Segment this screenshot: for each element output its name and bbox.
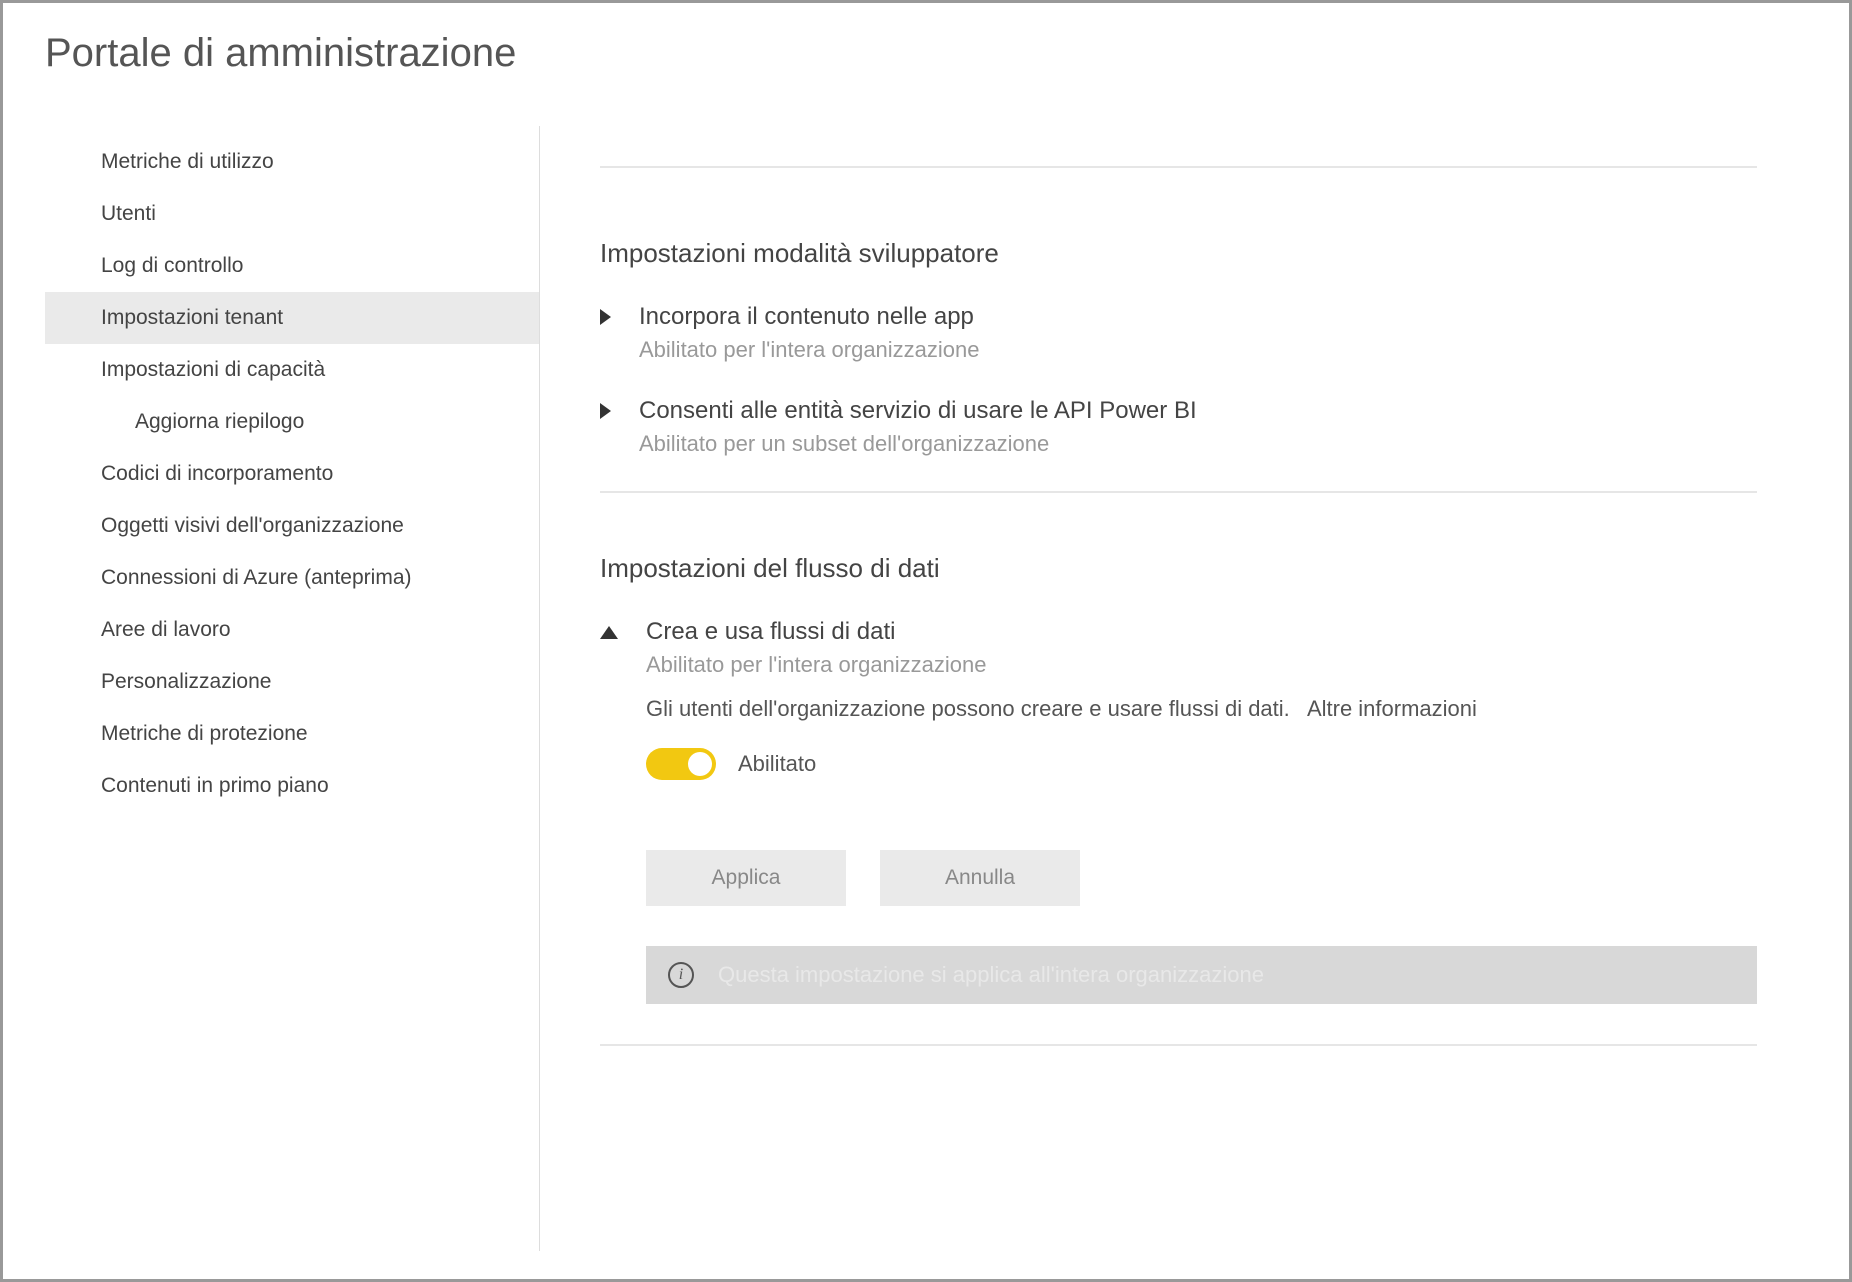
dataflow-settings-heading: Impostazioni del flusso di dati (600, 553, 1757, 584)
setting-service-principals[interactable]: Consenti alle entità servizio di usare l… (600, 397, 1757, 457)
setting-embed-content[interactable]: Incorpora il contenuto nelle app Abilita… (600, 303, 1757, 363)
apply-button[interactable]: Applica (646, 850, 846, 906)
info-banner-text: Questa impostazione si applica all'inter… (718, 962, 1264, 988)
caret-right-icon (600, 309, 611, 325)
sidebar-item[interactable]: Impostazioni di capacità (45, 344, 539, 396)
setting-title: Crea e usa flussi di dati (646, 618, 1757, 646)
sidebar-item[interactable]: Metriche di utilizzo (45, 136, 539, 188)
info-banner: i Questa impostazione si applica all'int… (646, 946, 1757, 1004)
caret-right-icon (600, 403, 611, 419)
toggle-label: Abilitato (738, 751, 816, 777)
sidebar: Metriche di utilizzoUtentiLog di control… (45, 126, 540, 1251)
sidebar-item[interactable]: Codici di incorporamento (45, 448, 539, 500)
sidebar-item[interactable]: Personalizzazione (45, 656, 539, 708)
setting-title: Consenti alle entità servizio di usare l… (639, 397, 1757, 425)
setting-subtitle: Abilitato per un subset dell'organizzazi… (639, 431, 1757, 457)
divider (600, 1044, 1757, 1046)
setting-subtitle: Abilitato per l'intera organizzazione (639, 337, 1757, 363)
sidebar-item[interactable]: Aree di lavoro (45, 604, 539, 656)
caret-up-icon (600, 626, 618, 639)
setting-description-text: Gli utenti dell'organizzazione possono c… (646, 696, 1290, 721)
developer-settings-heading: Impostazioni modalità sviluppatore (600, 238, 1757, 269)
page-title: Portale di amministrazione (45, 31, 1807, 76)
setting-create-dataflows[interactable]: Crea e usa flussi di dati Abilitato per … (600, 618, 1757, 1004)
divider (600, 491, 1757, 493)
divider (600, 166, 1757, 168)
sidebar-item[interactable]: Aggiorna riepilogo (45, 396, 539, 448)
info-icon: i (668, 962, 694, 988)
toggle-knob (688, 752, 712, 776)
sidebar-item[interactable]: Utenti (45, 188, 539, 240)
sidebar-item[interactable]: Log di controllo (45, 240, 539, 292)
learn-more-link[interactable]: Altre informazioni (1307, 696, 1477, 721)
sidebar-item[interactable]: Impostazioni tenant (45, 292, 539, 344)
setting-title: Incorpora il contenuto nelle app (639, 303, 1757, 331)
sidebar-item[interactable]: Connessioni di Azure (anteprima) (45, 552, 539, 604)
sidebar-item[interactable]: Contenuti in primo piano (45, 760, 539, 812)
setting-description: Gli utenti dell'organizzazione possono c… (646, 696, 1757, 722)
cancel-button[interactable]: Annulla (880, 850, 1080, 906)
sidebar-item[interactable]: Oggetti visivi dell'organizzazione (45, 500, 539, 552)
main-content: Impostazioni modalità sviluppatore Incor… (540, 126, 1807, 1251)
enabled-toggle[interactable] (646, 748, 716, 780)
setting-subtitle: Abilitato per l'intera organizzazione (646, 652, 1757, 678)
sidebar-item[interactable]: Metriche di protezione (45, 708, 539, 760)
